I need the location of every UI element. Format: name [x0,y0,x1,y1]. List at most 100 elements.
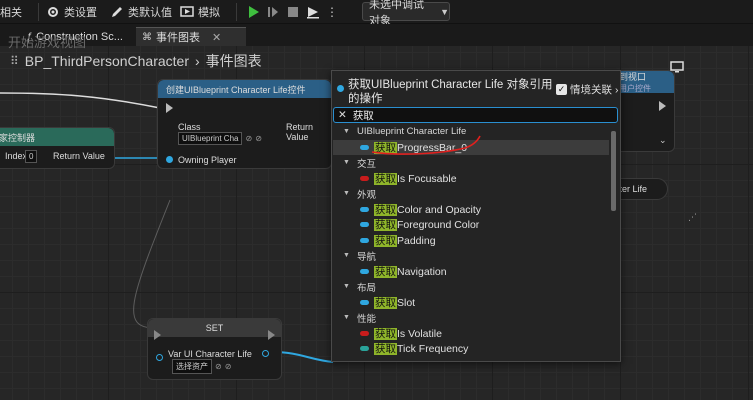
context-sensitive-label: 情境关联 [570,84,612,96]
owning-player-pin[interactable] [166,156,173,163]
menu-category[interactable]: ▼ 外观 [333,186,609,202]
node-header: SET [148,319,281,337]
search-input[interactable]: ✕ 获取 [333,107,618,123]
variable-type-icon [360,346,369,352]
var-value[interactable]: 选择资产 [172,359,212,374]
menu-action-item[interactable]: 获取Color and Opacity [333,202,609,218]
unreal-blueprint-editor: 相关 类设置 类默认值 模拟 ⋮ 未选中调试对象 ▼ ƒ Constructio… [0,0,753,400]
category-label: 外观 [357,189,377,201]
menu-category[interactable]: ▼ 布局 [333,279,609,295]
return-value-label: Return Value [53,151,105,161]
search-match-highlight: 获取 [374,219,397,232]
menu-action-item[interactable]: 获取Tick Frequency [333,341,609,357]
var-value-picker[interactable]: 选择资产 ⊘ ⊘ [172,359,231,374]
collapse-triangle-icon[interactable]: ▼ [343,283,353,290]
action-label: 获取Tick Frequency [374,341,468,356]
node-title: 家控制器 [0,132,36,143]
search-match-highlight: 获取 [374,234,397,247]
action-label-rest: Is Focusable [397,172,457,185]
action-label-rest: Is Volatile [397,327,442,340]
create-widget-node[interactable]: 创建UIBlueprint Character Life控件 Class UIB… [157,79,332,169]
action-label-rest: Slot [397,296,416,309]
menu-action-item[interactable]: 获取Navigation [333,264,609,280]
search-match-highlight: 获取 [374,343,397,356]
collapse-triangle-icon[interactable]: ▼ [343,128,353,135]
search-value: 获取 [352,109,374,122]
variable-type-icon [360,299,369,305]
node-title: 到视口 [619,72,647,82]
category-label: 导航 [357,251,377,263]
action-label: 获取Is Volatile [374,326,442,341]
variable-type-icon [360,330,369,336]
reset-icon: ⊘ [255,134,262,143]
search-match-highlight: 获取 [374,172,397,185]
menu-action-item[interactable]: 获取Slot [333,295,609,311]
node-title: 创建UIBlueprint Character Life控件 [166,84,306,95]
exec-in-pin[interactable] [166,103,173,113]
action-label-rest: Tick Frequency [397,343,469,356]
index-value[interactable]: 0 [25,150,38,163]
class-pin[interactable]: UIBlueprint Cha ⊘ ⊘ [178,132,262,145]
node-header: 到视口 用户控件 [613,71,674,93]
get-player-controller-node[interactable]: 家控制器 Index 0 Return Value [0,127,115,169]
annotation-underline [371,135,481,155]
return-value-label: Return Value [286,122,314,142]
node-subtitle: 用户控件 [619,84,651,93]
menu-action-item[interactable]: 获取Is Volatile [333,326,609,342]
browse-icon: ⊘ [245,134,253,143]
category-label: 性能 [357,313,377,325]
var-input-pin[interactable] [156,354,163,361]
context-action-menu: 获取UIBlueprint Character Life 对象引用的操作 ✓ 情… [331,70,621,362]
var-label: Var UI Character Life [168,349,252,359]
menu-header: 获取UIBlueprint Character Life 对象引用的操作 ✓ 情… [332,71,622,105]
context-sensitive-toggle[interactable]: ✓ 情境关联 › [556,82,619,97]
menu-category[interactable]: ▼ 性能 [333,310,609,326]
exec-out-pin[interactable] [268,330,275,340]
scrollbar-thumb[interactable] [611,131,616,211]
index-label: Index [5,151,28,161]
action-label: 获取Foreground Color [374,217,479,232]
object-reference-icon [337,85,344,92]
variable-type-icon [360,237,369,243]
clear-search-icon[interactable]: ✕ [338,109,347,121]
exec-in-pin[interactable] [154,330,161,340]
menu-action-item[interactable]: 获取Padding [333,233,609,249]
variable-type-icon [360,144,369,150]
resize-handle-icon[interactable]: ⋰ [688,212,697,223]
reset-icon: ⊘ [224,362,232,371]
search-match-highlight: 获取 [374,327,397,340]
search-match-highlight: 获取 [374,203,397,216]
node-header: 家控制器 [0,128,114,146]
collapse-triangle-icon[interactable]: ▼ [343,190,353,197]
set-variable-node[interactable]: SET Var UI Character Life 选择资产 ⊘ ⊘ [147,318,282,380]
search-match-highlight: 获取 [374,265,397,278]
variable-type-icon [360,268,369,274]
monitor-icon [670,60,684,78]
variable-type-icon [360,175,369,181]
action-label: 获取Padding [374,233,436,248]
chevron-down-icon: ⌄ [659,135,667,145]
collapse-triangle-icon[interactable]: ▼ [343,314,353,321]
node-header: 创建UIBlueprint Character Life控件 [158,80,331,98]
owning-player-label: Owning Player [178,155,237,165]
class-pin-value[interactable]: UIBlueprint Cha [178,132,243,145]
action-label-rest: Foreground Color [397,219,480,232]
variable-type-icon [360,206,369,212]
scrollbar-track[interactable] [610,126,617,358]
var-output-pin[interactable] [262,350,269,357]
collapse-triangle-icon[interactable]: ▼ [343,159,353,166]
action-label: 获取Color and Opacity [374,202,481,217]
node-title: SET [205,323,224,333]
exec-out-pin[interactable] [659,101,666,111]
checkbox-checked-icon[interactable]: ✓ [556,84,567,95]
chevron-right-icon: › [615,83,619,96]
browse-icon: ⊘ [215,362,222,371]
collapse-triangle-icon[interactable]: ▼ [343,252,353,259]
menu-category[interactable]: ▼ 导航 [333,248,609,264]
category-label: 布局 [357,282,377,294]
action-label-rest: Navigation [397,265,447,278]
menu-action-item[interactable]: 获取Foreground Color [333,217,609,233]
menu-action-item[interactable]: 获取Is Focusable [333,171,609,187]
action-label-rest: Color and Opacity [397,203,482,216]
action-label: 获取Is Focusable [374,171,457,186]
